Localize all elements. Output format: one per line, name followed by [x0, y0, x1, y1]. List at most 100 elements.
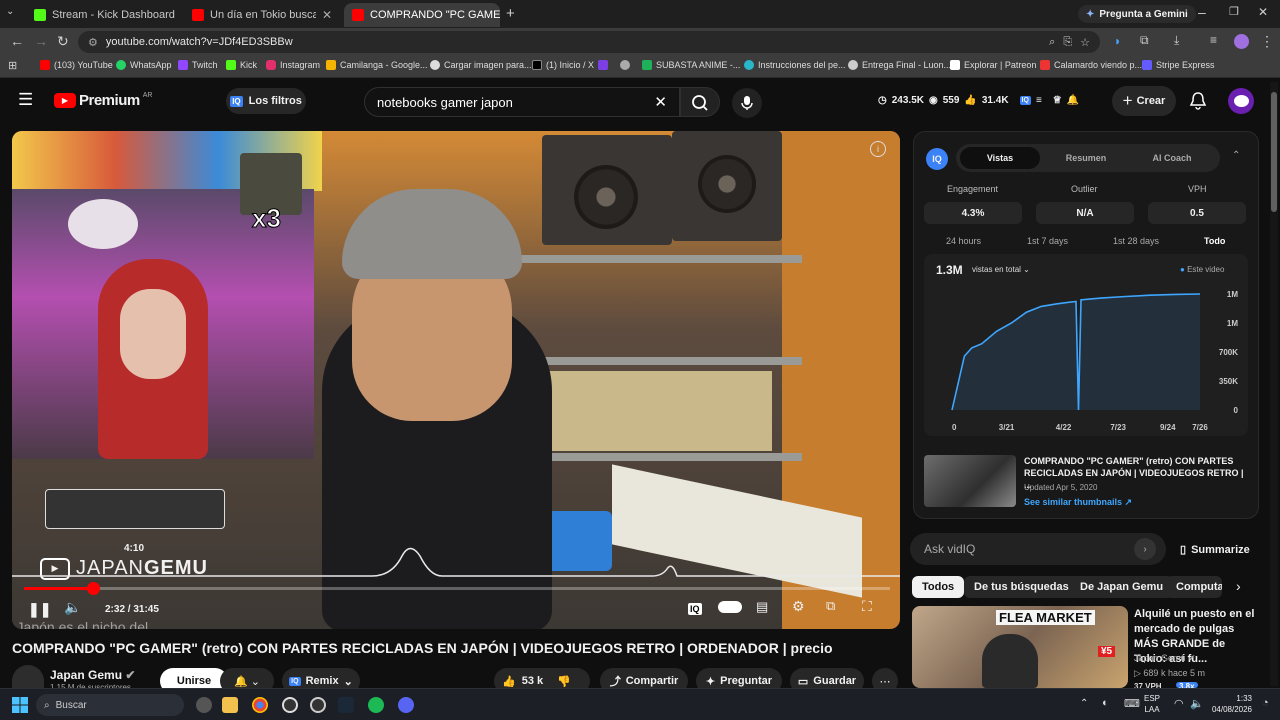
taskbar-search[interactable]: ⌕ Buscar [36, 694, 184, 716]
alert-icon[interactable]: 🔔 [1067, 95, 1079, 106]
bookmark-calamardo[interactable]: Calamardo viendo p... [1040, 60, 1142, 70]
info-icon[interactable]: i [870, 141, 886, 157]
input-language[interactable]: ESP LAA [1144, 693, 1160, 715]
settings-gear-icon[interactable]: ⚙ [792, 598, 805, 615]
bookmark-youtube[interactable]: (103) YouTube [40, 60, 113, 70]
zoom-icon[interactable]: ⌕ [1049, 36, 1055, 49]
bookmark-whatsapp[interactable]: WhatsApp [116, 60, 172, 70]
tab-vistas[interactable]: Vistas [960, 147, 1040, 169]
reading-list-icon[interactable]: ≡ [1210, 33, 1217, 47]
range-all[interactable]: Todo [1204, 236, 1225, 246]
subtitles-icon[interactable]: ▤ [756, 599, 768, 615]
ask-vidiq-input[interactable]: Ask vidIQ › [910, 533, 1166, 565]
clock[interactable]: 1:33 04/08/2026 [1200, 693, 1252, 715]
bookmark-camilanga[interactable]: Camilanga - Google... [326, 60, 428, 70]
steam-icon[interactable] [338, 697, 354, 713]
bookmark-subasta[interactable]: SUBASTA ANIME -... [642, 60, 740, 70]
windows-start-icon[interactable] [12, 697, 28, 713]
trophy-icon[interactable]: ♕ [1053, 95, 1062, 106]
miniplayer-icon[interactable]: ⧉ [826, 598, 835, 614]
bookmark-cargar-imagen[interactable]: Cargar imagen para... [430, 60, 532, 70]
chip-todos[interactable]: Todos [912, 576, 965, 598]
address-bar[interactable]: ⚙ youtube.com/watch?v=JDf4ED3SBBw ⌕ ⎘ ☆ [78, 31, 1100, 53]
account-avatar[interactable] [1228, 88, 1254, 114]
range-28-days[interactable]: 1st 28 days [1113, 236, 1159, 246]
recommended-channel[interactable]: Japan Gemu ✔ [1134, 653, 1196, 664]
tab-youtube-pc-gamer[interactable]: COMPRANDO "PC GAMER" 🔊 ✕ [344, 3, 500, 27]
menu-dots-icon[interactable]: ⋮ [1260, 33, 1274, 50]
thumbs-down-icon[interactable]: 👎 [557, 675, 571, 688]
channel-name[interactable]: Japan Gemu ✔ [50, 668, 135, 682]
bookmark-entrega-final[interactable]: Entrega Final - Luon... [848, 60, 951, 70]
new-tab-icon[interactable]: + [506, 5, 515, 22]
bookmark-patreon[interactable]: Explorar | Patreon [950, 60, 1036, 70]
bookmark-purple[interactable] [598, 60, 608, 70]
range-7-days[interactable]: 1st 7 days [1027, 236, 1068, 246]
bookmark-kick[interactable]: Kick [226, 60, 257, 70]
tab-list-icon[interactable]: ⌄ [6, 6, 14, 17]
voice-search-button[interactable] [732, 88, 762, 118]
tab-ai-coach[interactable]: AI Coach [1132, 147, 1212, 169]
vidiq-player-icon[interactable]: IQ [688, 603, 702, 615]
extension-icon[interactable]: ◗ [1114, 34, 1121, 48]
chrome-icon[interactable] [252, 697, 268, 713]
send-icon[interactable]: › [1134, 538, 1156, 560]
create-button[interactable]: + Crear [1112, 86, 1176, 116]
maximize-icon[interactable]: ❐ [1229, 5, 1239, 18]
reload-icon[interactable]: ↻ [57, 33, 69, 50]
pause-icon[interactable]: ❚❚ [28, 601, 51, 618]
bookmark-x[interactable]: (1) Inicio / X [532, 60, 594, 70]
search-input[interactable]: notebooks gamer japon ✕ [364, 87, 680, 117]
search-button[interactable] [680, 87, 720, 117]
gemini-button[interactable]: ✦ Pregunta a Gemini [1078, 5, 1196, 23]
chevron-right-icon[interactable]: › [1236, 578, 1241, 594]
tab-resumen[interactable]: Resumen [1046, 147, 1126, 169]
install-app-icon[interactable]: ⎘ [1063, 36, 1072, 49]
scrollbar-thumb[interactable] [1271, 92, 1277, 212]
page-scrollbar[interactable] [1270, 82, 1278, 686]
taskbar-app-icon[interactable] [196, 697, 212, 713]
discord-icon[interactable] [398, 697, 414, 713]
site-info-icon[interactable]: ⚙ [88, 36, 98, 49]
tab-youtube-tokio[interactable]: Un día en Tokio buscando JOYA ✕ [184, 3, 340, 27]
file-explorer-icon[interactable] [222, 697, 238, 713]
apps-grid-icon[interactable]: ⊞ [8, 59, 17, 72]
bookmark-instrucciones[interactable]: Instrucciones del pe... [744, 60, 846, 70]
bookmark-twitch[interactable]: Twitch [178, 60, 218, 70]
download-icon[interactable]: ⤓ [1174, 33, 1179, 48]
autoplay-toggle[interactable] [718, 601, 742, 613]
notifications-bell-icon[interactable] [1189, 91, 1207, 111]
obs-icon[interactable] [282, 697, 298, 713]
volume-icon[interactable]: 🔈 [64, 599, 81, 616]
chip-from-channel[interactable]: De Japan Gemu [1070, 576, 1174, 598]
summarize-button[interactable]: ▯ Summarize [1180, 543, 1250, 557]
progress-track[interactable] [24, 587, 890, 590]
youtube-premium-logo[interactable]: ▶ Premium AR [54, 92, 152, 109]
clear-search-icon[interactable]: ✕ [654, 93, 667, 111]
hamburger-menu-icon[interactable]: ☰ [18, 90, 33, 110]
recommended-thumbnail[interactable]: FLEA MARKET ¥5 [912, 606, 1128, 688]
list-icon[interactable]: ≡ [1036, 95, 1042, 106]
tab-kick-dashboard[interactable]: Stream - Kick Dashboard ✕ [26, 3, 182, 27]
close-tab-icon[interactable]: ✕ [322, 8, 332, 22]
forward-icon[interactable]: → [34, 33, 48, 49]
bookmark-instagram[interactable]: Instagram [266, 60, 320, 70]
minimize-icon[interactable]: – [1198, 4, 1206, 20]
extensions-puzzle-icon[interactable]: ⧉ [1140, 33, 1149, 48]
back-icon[interactable]: ← [10, 33, 24, 49]
bookmark-star-icon[interactable]: ☆ [1080, 36, 1090, 49]
filters-button[interactable]: IQ Los filtros [226, 88, 306, 114]
similar-thumbnails-link[interactable]: See similar thumbnails ↗ [1024, 497, 1132, 508]
chip-from-searches[interactable]: De tus búsquedas [964, 576, 1079, 598]
video-player[interactable]: x3 i 4:10 ▶ JAPANGEMU ❚❚ 🔈 2:32 / 31:45 … [12, 131, 900, 629]
bookmark-globe[interactable] [620, 60, 630, 70]
tray-chevron-icon[interactable]: ⌃ [1080, 698, 1088, 709]
notification-center-icon[interactable]: ◔ [1262, 697, 1269, 709]
tray-keyboard-icon[interactable]: ⌨ [1124, 697, 1140, 710]
tray-app-icon[interactable]: ◐ [1102, 697, 1109, 709]
channel-avatar[interactable] [12, 665, 44, 688]
range-24-hours[interactable]: 24 hours [946, 236, 981, 246]
wifi-icon[interactable]: ◠ [1174, 697, 1184, 710]
fullscreen-icon[interactable]: ⛶ [862, 598, 872, 615]
close-window-icon[interactable]: ✕ [1258, 5, 1268, 19]
